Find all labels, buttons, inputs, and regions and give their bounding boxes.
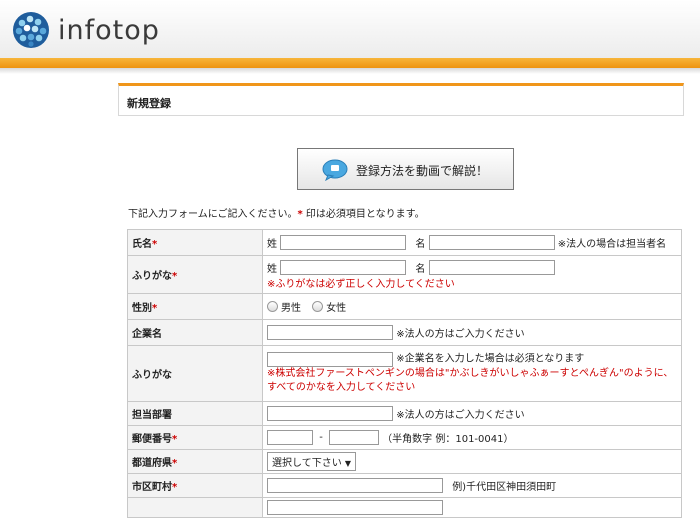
company-kana-input[interactable] (267, 351, 393, 367)
first-name-input[interactable] (428, 235, 555, 250)
site-header: infotop (0, 0, 700, 58)
form-row-furigana: ふりがな* 姓 名 ※ふりがなは必ず正しく入力してください (127, 255, 682, 294)
form-row-postal: 郵便番号* - （半角数字 例：101-0041） (127, 425, 682, 450)
chevron-down-icon: ▼ (344, 459, 352, 468)
last-name-input[interactable] (280, 235, 407, 250)
form-instructions: 下記入力フォームにご記入ください。* 印は必須項目となります。 (128, 209, 425, 220)
page-title: 新規登録 (127, 97, 171, 110)
company-input[interactable] (267, 325, 393, 340)
form-row-department: 担当部署 ※法人の方はご入力ください (127, 401, 682, 426)
city-fields: 例)千代田区神田須田町 (262, 473, 682, 498)
last-name-kana-input[interactable] (280, 259, 407, 275)
furigana-label: ふりがな* (127, 255, 263, 294)
form-row-name: 氏名* 姓 名 ※法人の場合は担当者名 (127, 229, 682, 256)
company-label: 企業名 (127, 319, 263, 346)
department-fields: ※法人の方はご入力ください (262, 401, 682, 426)
video-tutorial-label: 登録方法を動画で解説！ (356, 164, 489, 178)
form-row-prefecture: 都道府県* 選択して下さい ▼ (127, 449, 682, 474)
postal-code-part1-input[interactable] (267, 430, 313, 445)
form-row-company: 企業名 ※法人の方はご入力ください (127, 319, 682, 346)
prefecture-select[interactable]: 選択して下さい ▼ (267, 452, 357, 471)
page-title-box: 新規登録 (118, 83, 684, 116)
postal-code-part2-input[interactable] (328, 430, 379, 445)
company-furigana-label: ふりがな (127, 345, 263, 402)
infotop-logo-icon (13, 12, 49, 48)
registration-form: 氏名* 姓 名 ※法人の場合は担当者名 ふりがな* 姓 名 ※ふりがなは必ず正し… (127, 229, 682, 518)
male-radio[interactable] (267, 301, 278, 312)
prefecture-label: 都道府県* (127, 449, 263, 474)
form-row-gender: 性別* 男性 女性 (127, 293, 682, 320)
name-label: 氏名* (127, 229, 263, 256)
prefecture-fields: 選択して下さい ▼ (262, 449, 682, 474)
video-tutorial-button[interactable]: 登録方法を動画で解説！ (297, 148, 514, 190)
form-row-company-furigana: ふりがな ※企業名を入力した場合は必須となります ※株式会社ファーストペンギンの… (127, 345, 682, 402)
department-input[interactable] (267, 406, 393, 421)
city-label: 市区町村* (127, 473, 263, 498)
gender-label: 性別* (127, 293, 263, 320)
department-label: 担当部署 (127, 401, 263, 426)
first-name-kana-input[interactable] (428, 259, 555, 275)
female-radio[interactable] (312, 301, 324, 312)
form-row-city: 市区町村* 例)千代田区神田須田町 (127, 473, 682, 498)
postal-fields: - （半角数字 例：101-0041） (262, 425, 682, 450)
city-input[interactable] (267, 478, 443, 493)
header-accent-bar (0, 58, 700, 68)
postal-label: 郵便番号* (127, 425, 263, 450)
company-furigana-fields: ※企業名を入力した場合は必須となります ※株式会社ファーストペンギンの場合は"か… (262, 345, 682, 402)
furigana-fields: 姓 名 ※ふりがなは必ず正しく入力してください (262, 255, 682, 294)
header-shadow (0, 68, 700, 74)
speech-bubble-icon (322, 159, 348, 181)
name-fields: 姓 名 ※法人の場合は担当者名 (262, 229, 682, 256)
brand-name: infotop (58, 15, 160, 46)
company-fields: ※法人の方はご入力ください (262, 319, 682, 346)
gender-fields: 男性 女性 (262, 293, 682, 320)
